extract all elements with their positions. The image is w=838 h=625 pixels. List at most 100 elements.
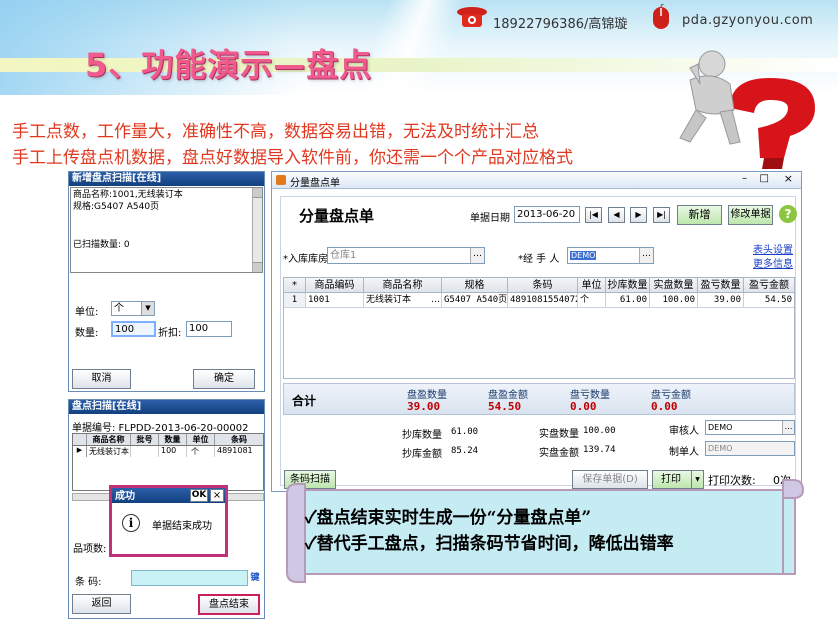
col-unit: 单位 [578, 278, 606, 293]
thinking-figure-question-mark-icon [660, 38, 838, 173]
detail-grid: * 商品编码 商品名称 规格 条码 单位 抄库数量 实盘数量 盈亏数量 盈亏金额… [283, 277, 795, 379]
real-qty-label: 实盘数量 [539, 429, 579, 440]
pda1-ok-button[interactable]: 确定 [193, 369, 255, 389]
pda2-items-label: 品项数: [73, 544, 107, 555]
pda2-col-batch: 批号 [131, 434, 159, 445]
auditor-input[interactable]: DEMO … [705, 420, 795, 435]
pda-new-scan-window: 新增盘点扫描[在线] 商品名称:1001,无线装订本 规格:G5407 A540… [68, 171, 265, 392]
dialog-titlebar: 成功 OK × [112, 488, 225, 503]
chevron-down-icon: ▼ [141, 302, 154, 315]
grid-header: * 商品编码 商品名称 规格 条码 单位 抄库数量 实盘数量 盈亏数量 盈亏金额 [284, 278, 794, 293]
pda2-back-button[interactable]: 返回 [72, 594, 131, 614]
pda1-info-box: 商品名称:1001,无线装订本 规格:G5407 A540页 已扫描数量: 0 [70, 187, 263, 273]
handler-label: *经 手 人 [518, 254, 560, 265]
pda1-product-line: 商品名称:1001,无线装订本 [73, 190, 183, 200]
cell-barcode: 4891081554072 [508, 293, 578, 308]
total-label: 合计 [292, 394, 317, 408]
header-settings-link[interactable]: 表头设置 [753, 241, 793, 256]
pda2-grid-header: 商品名称 批号 数量 单位 条码 [73, 434, 263, 446]
maker-value: DEMO [708, 444, 733, 453]
date-input[interactable]: 2013-06-20 [514, 206, 580, 223]
warehouse-picker-icon[interactable]: … [470, 248, 484, 263]
pda2-barcode-input[interactable] [131, 570, 248, 586]
phone-icon [455, 6, 489, 30]
table-row[interactable]: 1 1001 无线装订本… G5407 A540页 4891081554072 … [284, 293, 794, 308]
table-row[interactable]: ▶ 无线装订本 100 个 4891081 [73, 446, 263, 457]
success-dialog: 成功 OK × i 单据结束成功 [109, 485, 228, 557]
handler-picker-icon[interactable]: … [639, 248, 653, 263]
sum-loss-qty-label: 盘亏数量 [570, 390, 610, 401]
pda1-qty-label: 数量: [75, 328, 99, 339]
maker-label: 制单人 [669, 447, 699, 458]
prev-record-button[interactable]: ◀ [608, 207, 625, 223]
edit-document-button[interactable]: 修改单据 [728, 205, 773, 225]
col-marker: * [284, 278, 306, 293]
auditor-picker-icon[interactable]: … [782, 421, 794, 434]
app-titlebar: 分量盘点单 – □ × [272, 172, 801, 189]
date-label: 单据日期 [470, 213, 510, 224]
pda2-col-name: 商品名称 [87, 434, 131, 445]
warehouse-value: 仓库1 [330, 250, 357, 261]
pda2-col-unit: 单位 [187, 434, 215, 445]
last-record-button[interactable]: ▶| [653, 207, 670, 223]
pda2-cell-batch [131, 446, 159, 457]
warehouse-input[interactable]: 仓库1 … [327, 247, 485, 264]
scroll-line-1: ✓盘点结束实时生成一份“分量盘点单” [305, 508, 592, 528]
app-window-title: 分量盘点单 [290, 178, 340, 189]
col-spec: 规格 [442, 278, 508, 293]
col-diff-qty: 盈亏数量 [698, 278, 744, 293]
pda2-cell-name: 无线装订本 [89, 446, 131, 457]
col-book-qty: 抄库数量 [606, 278, 650, 293]
cell-name[interactable]: 无线装订本… [364, 293, 442, 308]
close-icon[interactable]: × [210, 489, 224, 502]
handler-input[interactable]: DEMO … [567, 247, 654, 264]
minimize-icon[interactable]: – [742, 173, 747, 184]
next-record-button[interactable]: ▶ [630, 207, 647, 223]
pda1-discount-input[interactable]: 100 [186, 321, 232, 337]
sum-loss-amt-value: 0.00 [651, 400, 678, 413]
maximize-icon[interactable]: □ [760, 173, 769, 184]
pda1-scrollbar[interactable] [252, 188, 262, 272]
pda1-unit-value: 个 [114, 303, 124, 314]
first-record-button[interactable]: |◀ [585, 207, 602, 223]
col-real-qty: 实盘数量 [650, 278, 698, 293]
pda1-discount-label: 折扣: [158, 328, 182, 339]
dialog-title: 成功 [115, 491, 135, 502]
window-close-icon[interactable]: × [784, 172, 793, 185]
pda1-spec-line: 规格:G5407 A540页 [73, 202, 160, 212]
pda1-scanned-line: 已扫描数量: 0 [73, 240, 130, 250]
row-pointer-icon: ▶ [73, 446, 87, 457]
book-amt-label: 抄库金额 [402, 449, 442, 460]
pda1-unit-label: 单位: [75, 307, 99, 318]
dialog-ok-button[interactable]: OK [190, 489, 208, 502]
sum-loss-qty-value: 0.00 [570, 400, 597, 413]
pda2-cell-barcode: 4891081 [217, 446, 253, 455]
summary-scroll: ✓盘点结束实时生成一份“分量盘点单” ✓替代手工盘点，扫描条码节省时间，降低出错… [283, 476, 805, 588]
keyboard-icon[interactable]: 键 [248, 570, 262, 586]
maker-input: DEMO [705, 441, 795, 456]
real-amt-label: 实盘金额 [539, 448, 579, 459]
book-qty-value: 61.00 [451, 427, 479, 437]
cell-diff-qty: 39.00 [698, 293, 744, 308]
pda2-cell-unit: 个 [187, 446, 215, 457]
product-picker-icon[interactable]: … [431, 293, 440, 307]
form-title: 分量盘点单 [299, 207, 375, 225]
app-body: 分量盘点单 单据日期 2013-06-20 |◀ ◀ ▶ ▶| 新增 修改单据 … [280, 196, 797, 489]
book-qty-label: 抄库数量 [402, 430, 442, 441]
new-button[interactable]: 新增 [677, 205, 722, 225]
cell-unit: 个 [578, 293, 606, 308]
pda1-cancel-button[interactable]: 取消 [72, 369, 131, 389]
more-info-link[interactable]: 更多信息 [753, 255, 793, 270]
scroll-line-2: ✓替代手工盘点，扫描条码节省时间，降低出错率 [305, 534, 674, 554]
pda2-grid: 商品名称 批号 数量 单位 条码 ▶ 无线装订本 100 个 4891081 [72, 433, 264, 491]
pda2-finish-button[interactable]: 盘点结束 [198, 594, 260, 615]
pda1-qty-input[interactable]: 100 [111, 321, 156, 337]
page-title: 5、功能演示—盘点 [85, 46, 373, 84]
totals-bar: 合计 盘盈数量 39.00 盘盈金额 54.50 盘亏数量 0.00 盘亏金额 … [283, 383, 795, 415]
app-window-icon [276, 175, 286, 185]
pda1-unit-select[interactable]: 个 ▼ [111, 301, 155, 316]
pda2-col-barcode: 条码 [231, 435, 247, 444]
real-qty-value: 100.00 [583, 426, 616, 436]
cell-index: 1 [284, 293, 306, 308]
help-icon[interactable]: ? [779, 205, 797, 223]
